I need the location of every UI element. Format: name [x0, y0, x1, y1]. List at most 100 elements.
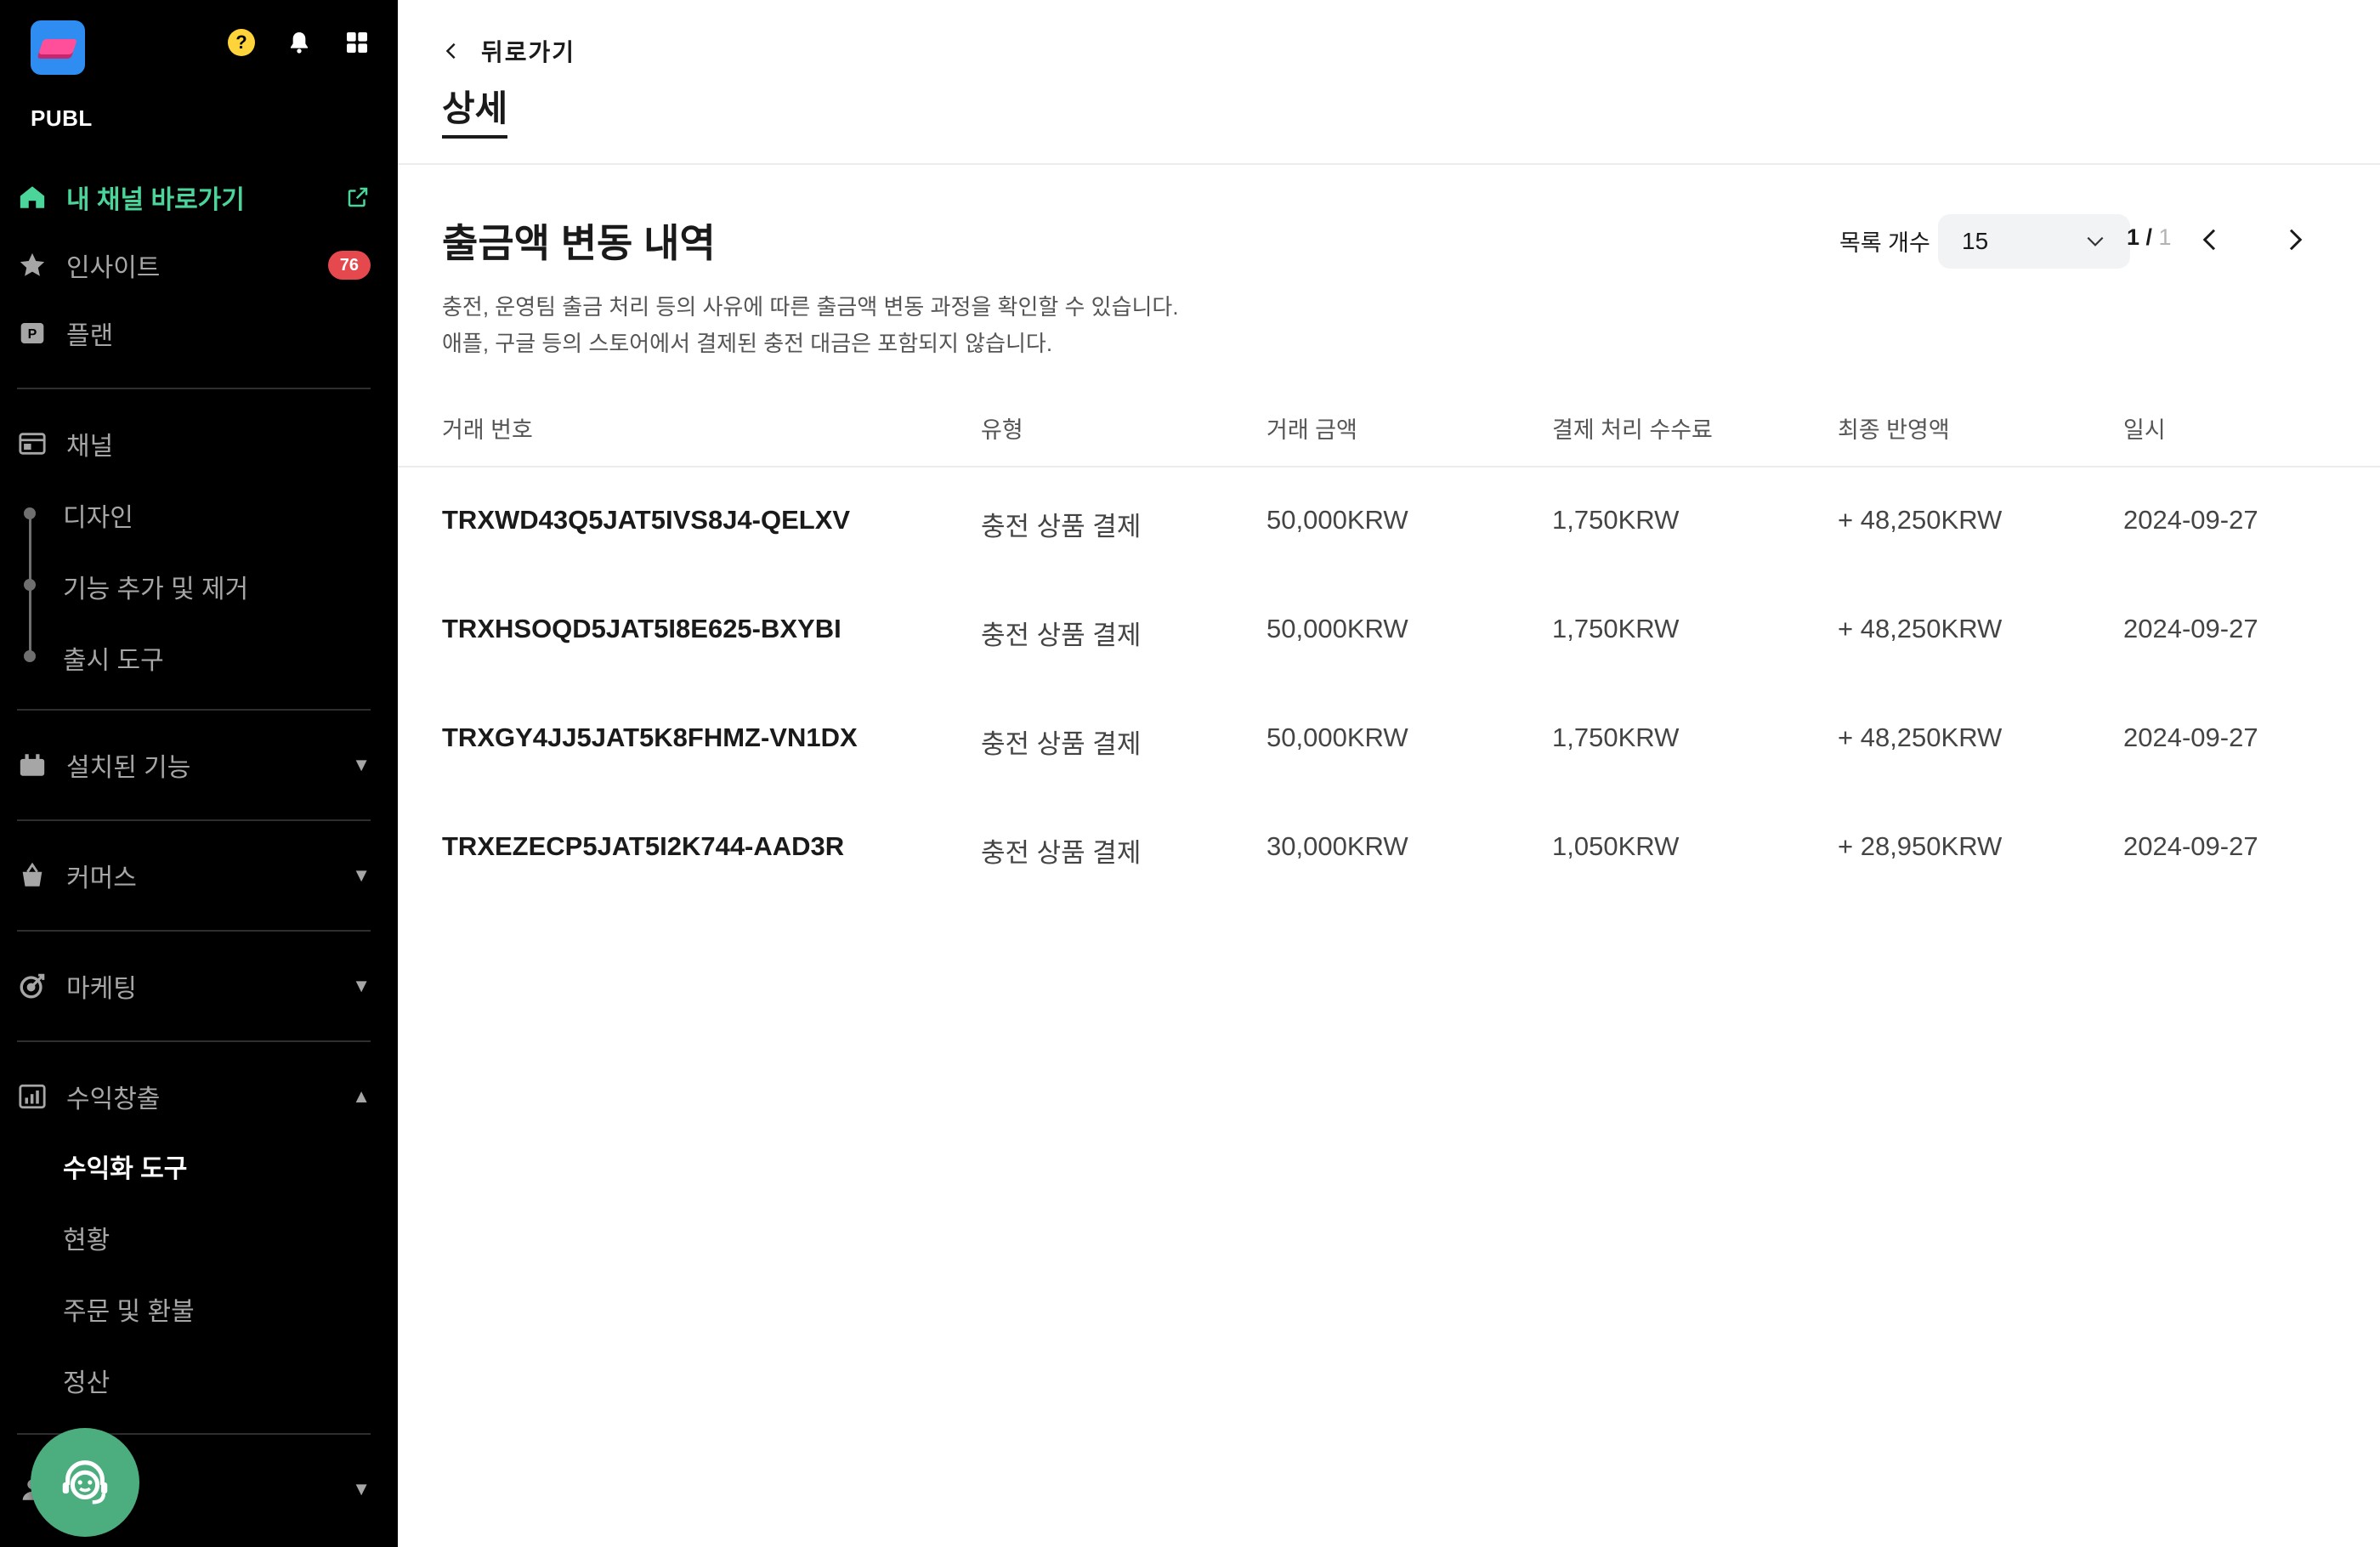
section-title: 출금액 변동 내역 — [442, 221, 716, 265]
sidebar-subitem-release-tools[interactable]: 출시 도구 — [63, 639, 164, 677]
sidebar-item-label: 수익창출 — [66, 1085, 161, 1114]
transaction-id: TRXGY4JJ5JAT5K8FHMZ-VN1DX — [442, 722, 858, 752]
sidebar-divider — [17, 709, 371, 711]
column-header: 최종 반영액 — [1838, 417, 1950, 443]
external-link-icon[interactable] — [345, 184, 371, 210]
sidebar-subitem-monetization-tools[interactable]: 수익화 도구 — [63, 1148, 187, 1185]
description-line: 충전, 운영팀 출금 처리 등의 사유에 따른 출금액 변동 과정을 확인할 수… — [442, 294, 1179, 320]
sidebar-item-installed-features[interactable]: 설치된 기능 ▼ — [17, 741, 371, 789]
target-icon — [17, 971, 48, 1001]
processing-fee: 1,750KRW — [1552, 722, 1680, 752]
briefcase-icon — [17, 750, 48, 780]
sidebar-subitem-settlement[interactable]: 정산 — [63, 1362, 110, 1399]
shopping-bag-icon — [17, 860, 48, 891]
page-title: 상세 — [442, 80, 508, 139]
page-header: 뒤로가기 상세 — [398, 0, 2380, 165]
timeline-dot — [24, 579, 36, 591]
final-amount: + 48,250KRW — [1838, 614, 2003, 643]
processing-fee: 1,050KRW — [1552, 831, 1680, 861]
next-page-button[interactable] — [2278, 223, 2312, 257]
pager-total: 1 — [2158, 224, 2172, 250]
sidebar-item-label: 채널 — [66, 433, 114, 461]
transaction-date: 2024-09-27 — [2123, 722, 2258, 752]
sidebar-item-commerce[interactable]: 커머스 ▼ — [17, 852, 371, 899]
transaction-amount: 30,000KRW — [1266, 831, 1408, 861]
column-header: 거래 금액 — [1266, 417, 1357, 443]
pager-current: 1 — [2127, 224, 2140, 250]
table-header: 거래 번호 유형 거래 금액 결제 처리 수수료 최종 반영액 일시 — [398, 400, 2380, 468]
sidebar-subitem-design[interactable]: 디자인 — [63, 496, 133, 534]
transaction-type: 충전 상품 결제 — [981, 620, 1142, 650]
plan-icon: P — [17, 318, 48, 348]
table-row: TRXHSOQD5JAT5I8E625-BXYBI 충전 상품 결제 50,00… — [398, 576, 2380, 685]
column-header: 일시 — [2123, 417, 2166, 443]
transaction-table: 거래 번호 유형 거래 금액 결제 처리 수수료 최종 반영액 일시 TRXWD… — [398, 400, 2380, 903]
chevron-right-icon — [2289, 229, 2303, 251]
sidebar-divider — [17, 930, 371, 932]
list-count-value: 15 — [1962, 228, 1989, 254]
chevron-left-icon — [2202, 229, 2216, 251]
transaction-id: TRXEZECP5JAT5I2K744-AAD3R — [442, 831, 845, 861]
sidebar: ? PUBL 내 채널 바로가기 인사이트 76 P 플랜 채널 디자인 기능 … — [0, 0, 398, 1547]
main-content: 뒤로가기 상세 출금액 변동 내역 충전, 운영팀 출금 처리 등의 사유에 따… — [398, 0, 2380, 1547]
pager-indicator: 1 / 1 — [2127, 224, 2172, 251]
chevron-left-icon — [445, 42, 456, 60]
chevron-down-icon: ▼ — [352, 864, 371, 886]
sidebar-item-label: 인사이트 — [66, 254, 161, 282]
top-icons: ? — [228, 29, 371, 56]
sidebar-item-label: 플랜 — [66, 322, 114, 350]
sidebar-item-label: 내 채널 바로가기 — [66, 186, 245, 214]
pager-separator: / — [2139, 224, 2159, 250]
processing-fee: 1,750KRW — [1552, 505, 1680, 535]
chevron-down-icon: ▼ — [352, 1478, 371, 1499]
transaction-amount: 50,000KRW — [1266, 722, 1408, 752]
sidebar-item-my-channel[interactable]: 내 채널 바로가기 — [17, 173, 371, 221]
sidebar-item-label: 마케팅 — [66, 975, 137, 1003]
svg-text:P: P — [28, 327, 37, 342]
channel-logo[interactable] — [31, 20, 85, 75]
transaction-id: TRXHSOQD5JAT5I8E625-BXYBI — [442, 614, 842, 643]
sidebar-divider — [17, 1040, 371, 1042]
home-icon — [17, 182, 48, 212]
table-row: TRXWD43Q5JAT5IVS8J4-QELXV 충전 상품 결제 50,00… — [398, 468, 2380, 576]
chevron-up-icon: ▲ — [352, 1085, 371, 1107]
chevron-down-icon — [2087, 236, 2104, 246]
app-root: ? PUBL 내 채널 바로가기 인사이트 76 P 플랜 채널 디자인 기능 … — [0, 0, 2380, 1547]
insight-icon — [17, 250, 48, 280]
sidebar-divider — [17, 388, 371, 389]
table-row: TRXGY4JJ5JAT5K8FHMZ-VN1DX 충전 상품 결제 50,00… — [398, 685, 2380, 794]
timeline-dot — [24, 507, 36, 519]
sidebar-divider — [17, 819, 371, 821]
back-label: 뒤로가기 — [481, 39, 576, 65]
help-icon[interactable]: ? — [228, 29, 255, 56]
description-line: 애플, 구글 등의 스토어에서 결제된 충전 대금은 포함되지 않습니다. — [442, 331, 1053, 356]
bell-icon[interactable] — [286, 29, 313, 56]
transaction-type: 충전 상품 결제 — [981, 838, 1142, 868]
list-count-label: 목록 개수 — [1839, 230, 1930, 256]
sidebar-item-plan[interactable]: P 플랜 — [17, 309, 371, 357]
transaction-type: 충전 상품 결제 — [981, 729, 1142, 759]
previous-page-button[interactable] — [2193, 223, 2227, 257]
sidebar-item-insight[interactable]: 인사이트 76 — [17, 241, 371, 289]
brand-name: PUBL — [31, 105, 93, 131]
transaction-date: 2024-09-27 — [2123, 831, 2258, 861]
sidebar-item-label: 설치된 기능 — [66, 754, 191, 782]
final-amount: + 48,250KRW — [1838, 722, 2003, 752]
sidebar-item-marketing[interactable]: 마케팅 ▼ — [17, 962, 371, 1010]
timeline-dot — [24, 650, 36, 662]
column-header: 거래 번호 — [442, 417, 533, 443]
list-count-select[interactable]: 15 — [1938, 214, 2130, 269]
sidebar-subitem-status[interactable]: 현황 — [63, 1219, 110, 1256]
sidebar-subitem-feature-manage[interactable]: 기능 추가 및 제거 — [63, 568, 248, 605]
section-description: 충전, 운영팀 출금 처리 등의 사유에 따른 출금액 변동 과정을 확인할 수… — [442, 289, 1179, 362]
apps-grid-icon[interactable] — [343, 29, 371, 56]
support-chat-button[interactable] — [31, 1428, 139, 1537]
chart-icon — [17, 1081, 48, 1112]
sidebar-item-monetization[interactable]: 수익창출 ▲ — [17, 1073, 371, 1120]
sidebar-item-channel[interactable]: 채널 — [17, 420, 371, 468]
chevron-down-icon: ▼ — [352, 975, 371, 996]
back-button[interactable]: 뒤로가기 — [442, 34, 575, 68]
transaction-id: TRXWD43Q5JAT5IVS8J4-QELXV — [442, 505, 851, 535]
sidebar-subitem-orders-refunds[interactable]: 주문 및 환불 — [63, 1290, 195, 1328]
channel-icon — [17, 428, 48, 459]
